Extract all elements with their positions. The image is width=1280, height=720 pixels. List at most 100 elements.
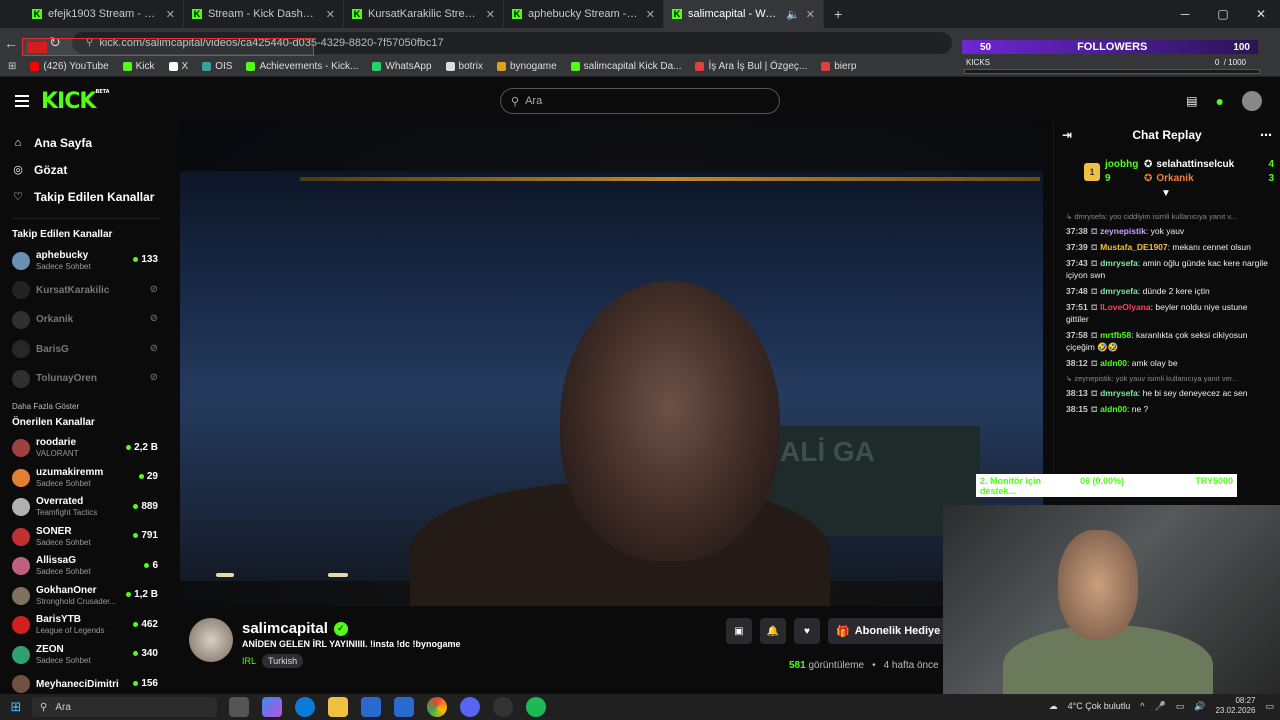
message-username[interactable]: dmrysefa [1100,286,1138,296]
weather-text[interactable]: 4°C Çok bulutlu [1068,701,1131,711]
message-time: 37:58 [1066,330,1088,340]
close-tab-icon[interactable]: ✕ [486,8,495,21]
message-username[interactable]: zeynepistik [1100,226,1146,236]
tray-overflow-icon[interactable]: ^ [1140,701,1144,711]
gifter-2[interactable]: ✪ selahattinselcuk 4 [1144,159,1274,170]
bookmark-item[interactable]: OIS [202,61,232,72]
bookmark-item[interactable]: (426) YouTube [30,61,109,72]
bookmark-item[interactable]: bynogame [496,61,557,72]
windows-start-icon[interactable]: ⊞ [0,699,32,715]
search-input[interactable]: ⚲ Ara [500,88,780,114]
bookmark-item[interactable]: bierp [821,61,856,72]
bookmark-item[interactable]: salimcapital Kick Da... [570,61,681,72]
new-tab-button[interactable]: + [834,6,842,22]
message-text: he bi sey deneyecez ac sen [1142,388,1248,398]
channel-name[interactable]: salimcapital [242,620,328,637]
sidebar-channel[interactable]: roodarie VALORANT 2,2 B [12,434,170,464]
mic-icon[interactable]: 🎤 [1154,701,1165,712]
bookmark-item[interactable]: X [168,61,188,72]
message-username[interactable]: dmrysefa [1100,258,1138,268]
sidebar-channel[interactable]: uzumakiremm Sadece Sohbet 29 [12,463,170,493]
notification-center-icon[interactable]: ▭ [1265,701,1274,712]
mail-icon[interactable] [394,697,414,717]
sidebar-nav-item[interactable]: ◎ Gözat [12,156,170,183]
discord-icon[interactable] [460,697,480,717]
minimize-button[interactable]: ─ [1166,0,1204,28]
sidebar-channel[interactable]: BarisG ⊘ [12,335,170,365]
edge-icon[interactable] [295,697,315,717]
studio-icon[interactable]: ▤ [1186,94,1197,108]
weather-icon[interactable]: ☁ [1049,701,1058,712]
sidebar-channel[interactable]: Orkanik ⊘ [12,305,170,335]
sidebar-channel[interactable]: TolunayOren ⊘ [12,364,170,394]
channel-avatar[interactable] [189,618,233,662]
browser-tab[interactable]: Ksalimcapital - Watch the VO 🔈 ✕ [664,0,824,28]
obs-icon[interactable] [493,697,513,717]
menu-icon[interactable] [15,95,29,107]
sidebar-channel[interactable]: KursatKarakilic ⊘ [12,276,170,306]
message-username[interactable]: aldn00 [1100,358,1127,368]
notification-button[interactable]: 🔔 [760,618,786,644]
bookmark-item[interactable]: WhatsApp [372,61,432,72]
language-tag[interactable]: Turkish [262,654,304,668]
apps-icon[interactable]: ⊞ [8,61,16,72]
taskbar-search[interactable]: ⚲ Ara [32,697,217,717]
follow-button[interactable]: ♥ [794,618,820,644]
collapse-chat-icon[interactable]: ⇥ [1062,128,1072,142]
close-tab-icon[interactable]: ✕ [166,8,175,21]
bookmark-item[interactable]: Kick [122,61,155,72]
sidebar-nav-item[interactable]: ⌂ Ana Sayfa [12,129,170,156]
sidebar-nav-item[interactable]: ♡ Takip Edilen Kanallar [12,183,170,210]
message-username[interactable]: mrtfb58 [1100,330,1131,340]
browser-tab[interactable]: K KursatKarakilic Stream - Watch ✕ [344,0,504,28]
store-icon[interactable] [361,697,381,717]
volume-icon[interactable]: 🔊 [1194,701,1205,712]
sidebar-channel[interactable]: AllissaG Sadece Sohbet 6 [12,552,170,582]
channel-name: KursatKarakilic [36,284,110,296]
browser-tab[interactable]: Kaphebucky Stream - Watch Live ✕ [504,0,664,28]
message-username[interactable]: dmrysefa [1100,388,1138,398]
sidebar-channel[interactable]: GokhanOner Stronghold Crusader... 1,2 B [12,581,170,611]
message-username[interactable]: ILoveOlyana [1100,302,1151,312]
browser-tab[interactable]: Kefejk1903 Stream - Watch Live ✕ [24,0,184,28]
close-tab-icon[interactable]: ✕ [326,8,335,21]
video-player[interactable]: ALİ GA [180,121,1043,606]
bookmark-item[interactable]: İş Ara İş Bul | Özgeç... [695,61,807,72]
sidebar-channel[interactable]: ZEON Sadece Sohbet 340 [12,640,170,670]
kick-icon[interactable]: ● [1216,93,1224,109]
copilot-icon[interactable] [262,697,282,717]
sidebar-channel[interactable]: aphebucky Sadece Sohbet 133 [12,246,170,276]
chrome-icon[interactable] [427,697,447,717]
kicks-value: 0 [1214,58,1220,67]
close-tab-icon[interactable]: ✕ [806,8,815,21]
network-icon[interactable]: ▭ [1176,701,1185,712]
mute-icon[interactable]: 🔈 [786,8,800,21]
sidebar-channel[interactable]: BarisYTB League of Legends 462 [12,611,170,641]
clip-button[interactable]: ▣ [726,618,752,644]
bookmark-item[interactable]: Achievements - Kick... [246,61,358,72]
gifter-1[interactable]: joobhg [1105,159,1138,170]
chat-more-icon[interactable]: ⋯ [1260,128,1272,142]
clock[interactable]: 08:27 23.02.2026 [1215,696,1255,716]
close-tab-icon[interactable]: ✕ [646,8,655,21]
file-explorer-icon[interactable] [328,697,348,717]
sidebar-channel[interactable]: SONER Sadece Sohbet 791 [12,522,170,552]
category-link[interactable]: IRL [242,656,256,666]
back-icon[interactable]: ← [0,35,22,51]
task-view-icon[interactable] [229,697,249,717]
show-more-link[interactable]: Daha Fazla Göster [12,402,170,411]
kick-logo[interactable]: KICKBETA [41,89,110,114]
message-username[interactable]: aldn00 [1100,404,1127,414]
maximize-button[interactable]: ▢ [1204,0,1242,28]
channel-avatar [12,586,30,605]
browser-tab[interactable]: K Stream - Kick Dashboard ✕ [184,0,344,28]
close-window-button[interactable]: ✕ [1242,0,1280,28]
user-avatar[interactable] [1242,91,1262,111]
bookmark-item[interactable]: botrix [445,61,483,72]
stream-category-row: IRL Turkish [242,654,304,668]
message-username[interactable]: Mustafa_DE1907 [1100,242,1168,252]
gifter-3[interactable]: ✪ Orkanik 3 [1144,173,1274,184]
spotify-icon[interactable] [526,697,546,717]
sidebar-channel[interactable]: Overrated Teamfight Tactics 889 [12,493,170,523]
expand-gifters-icon[interactable]: ▼ [1161,188,1171,199]
